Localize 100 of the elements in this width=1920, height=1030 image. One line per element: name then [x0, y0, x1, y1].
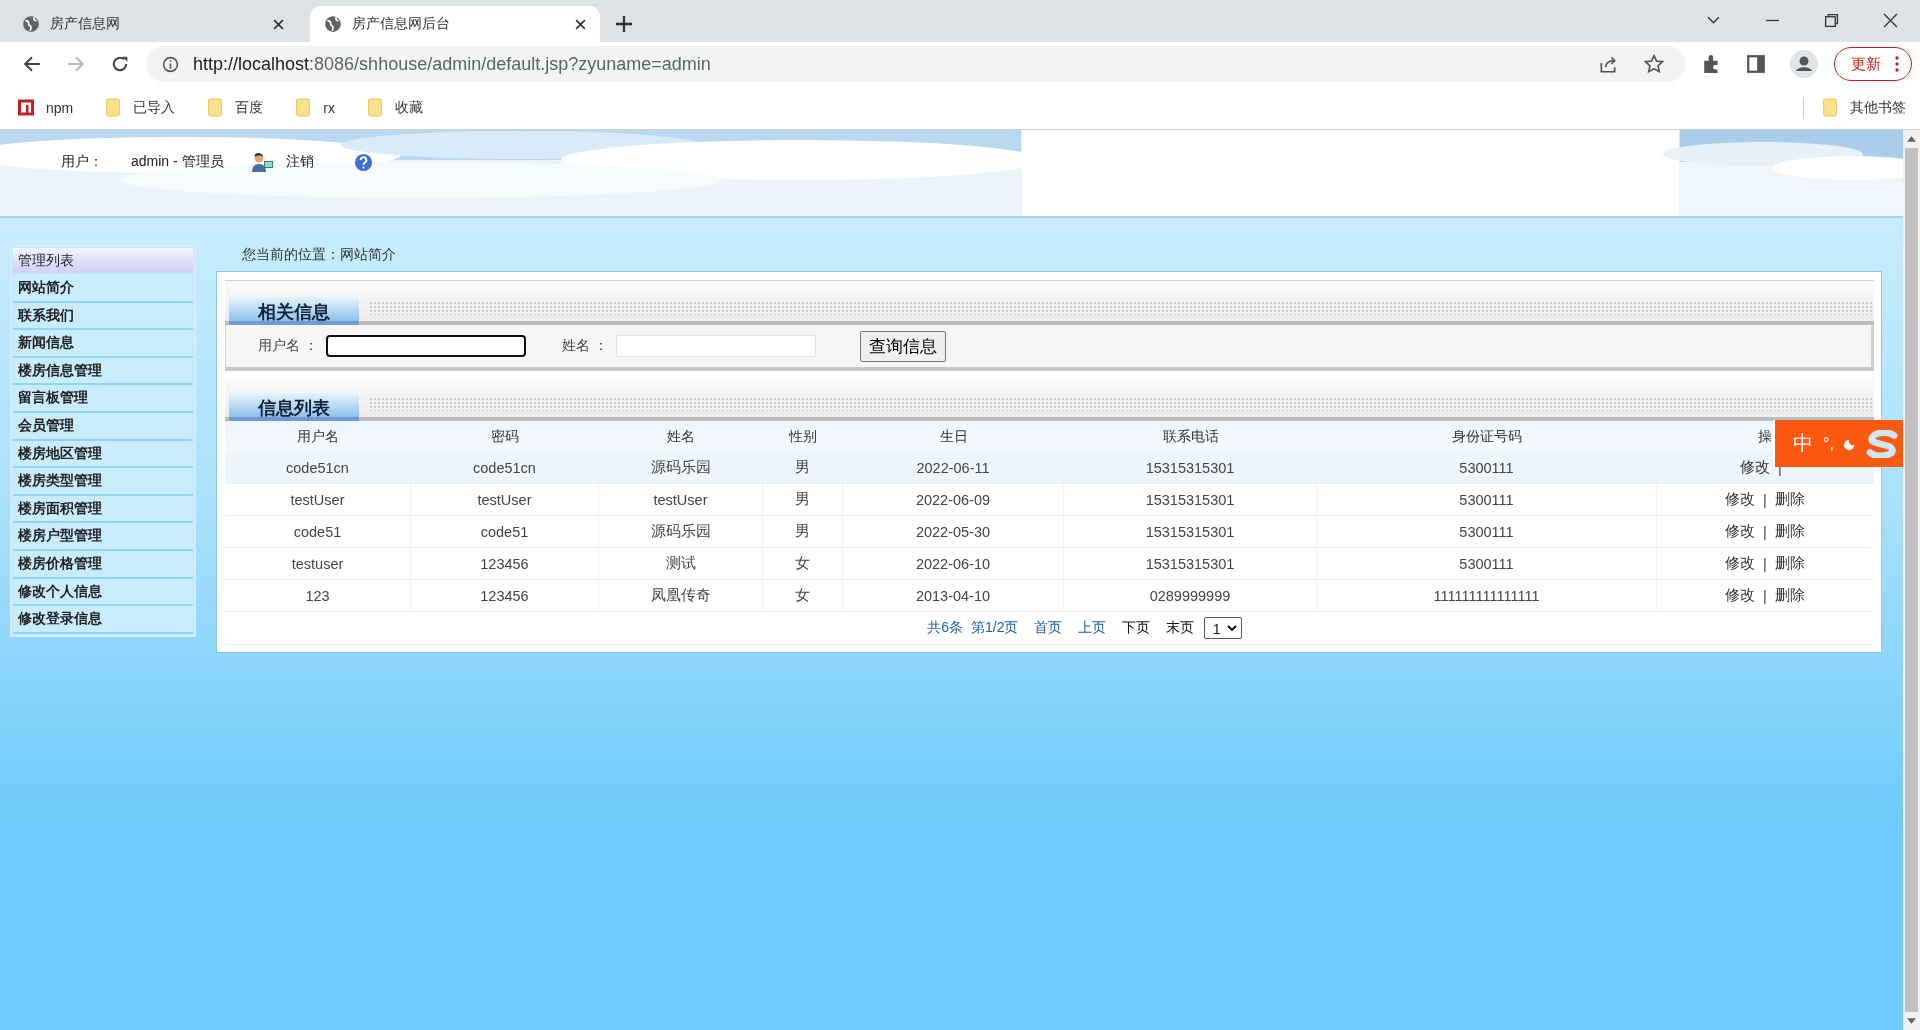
sidebar-item[interactable]: 留言板管理 [13, 385, 193, 413]
table-cell: code51 [293, 523, 342, 540]
table-cell: 123456 [480, 555, 529, 572]
table-cell: 5300111 [1459, 459, 1514, 476]
user-name: admin - 管理员 [131, 153, 224, 171]
pagination-link[interactable]: 共6条 [927, 619, 963, 637]
update-button[interactable]: 更新 [1834, 47, 1912, 81]
bookmark[interactable]: 已导入 [105, 98, 176, 117]
column-header: 生日 [939, 427, 968, 446]
globe-icon [324, 15, 342, 33]
separator-text: | [1763, 587, 1767, 604]
table-cell: 女 [795, 586, 810, 605]
sidebar-item[interactable]: 联系我们 [13, 302, 193, 331]
npm-logo-icon [18, 98, 34, 117]
table-cell: testuser [291, 555, 344, 572]
edit-link[interactable]: 修改 [1725, 490, 1756, 509]
browser-tab[interactable]: 房产信息网后台 [310, 6, 600, 42]
share-icon[interactable] [1598, 54, 1618, 74]
delete-link[interactable]: 删除 [1774, 490, 1805, 509]
delete-link[interactable]: 删除 [1774, 522, 1805, 541]
table-cell: code51 [480, 523, 529, 540]
reload-icon[interactable] [111, 55, 129, 73]
table-cell: 5300111 [1459, 523, 1514, 540]
input-field[interactable] [325, 335, 526, 357]
help-icon[interactable] [353, 152, 373, 172]
sidebar-item[interactable]: 楼房户型管理 [13, 523, 193, 551]
close-icon[interactable] [1883, 13, 1898, 28]
column-header: 性别 [789, 427, 817, 446]
sidebar-item[interactable]: 楼房信息管理 [13, 357, 193, 386]
table-cell: 2013-04-10 [915, 587, 991, 604]
scrollbar[interactable] [1903, 130, 1920, 1030]
table-cell: 0289999999 [1149, 587, 1231, 604]
sidebar-item[interactable]: 会员管理 [13, 412, 193, 441]
folder-icon [295, 98, 312, 117]
breadcrumb: 您当前的位置：网站简介 [241, 246, 397, 264]
logout-link[interactable]: 注销 [285, 153, 314, 171]
column-header: 姓名 [667, 427, 695, 446]
star-icon[interactable] [1644, 54, 1664, 74]
pagination-link[interactable]: 第1/2页 [971, 619, 1019, 637]
caret-icon [1226, 625, 1237, 631]
table-cell: 123 [305, 587, 330, 604]
sidebar-item[interactable]: 楼房价格管理 [13, 550, 193, 579]
sidebar-item[interactable]: 楼房面积管理 [13, 495, 193, 524]
table-cell: 测试 [665, 554, 696, 573]
table-cell: 15315315301 [1145, 523, 1235, 540]
close-icon[interactable] [575, 18, 586, 30]
close-icon[interactable] [273, 18, 284, 30]
bookmark[interactable]: rx [295, 98, 335, 117]
scroll-down-icon[interactable] [1907, 1018, 1916, 1024]
table-cell: 15315315301 [1145, 491, 1235, 508]
page-select[interactable]: 1 [1204, 617, 1242, 639]
back-icon[interactable] [23, 55, 41, 73]
sidebar-item[interactable]: 新闻信息 [13, 330, 193, 358]
table-cell: 15315315301 [1145, 459, 1235, 476]
restore-icon[interactable] [1824, 13, 1839, 28]
column-header: 身份证号码 [1452, 427, 1522, 446]
edit-link[interactable]: 修改 [1725, 554, 1756, 573]
delete-link[interactable]: 删除 [1774, 586, 1805, 605]
table-cell: 凤凰传奇 [650, 586, 711, 605]
field-label: 用户名 ： [258, 337, 318, 355]
edit-link[interactable]: 修改 [1725, 522, 1756, 541]
pagination-link[interactable]: 上页 [1078, 619, 1107, 637]
side-panel-icon[interactable] [1746, 54, 1766, 74]
scroll-up-icon[interactable] [1907, 136, 1916, 142]
table-cell: 男 [795, 490, 810, 509]
sidebar-item[interactable]: 楼房类型管理 [13, 468, 193, 496]
sidebar-title: 管理列表 [13, 248, 193, 273]
sidebar-item[interactable]: 楼房地区管理 [13, 440, 193, 469]
table-cell: code51cn [473, 459, 536, 476]
bookmark[interactable]: 其他书签 [1822, 98, 1906, 117]
bookmark[interactable]: 收藏 [366, 98, 423, 117]
address-bar[interactable]: http://localhost:8086/shhouse/admin/default.jsp?zyuname=admin [146, 46, 1686, 82]
sidebar-item[interactable]: 网站简介 [13, 275, 193, 303]
table-cell: testUser [653, 491, 708, 508]
sidebar-item[interactable]: 修改登录信息 [13, 606, 193, 634]
bookmark[interactable]: 百度 [207, 98, 264, 117]
table-cell: 2022-06-10 [915, 555, 991, 572]
table-cell: 111111111111111 [1433, 587, 1540, 604]
pagination-link[interactable]: 首页 [1034, 619, 1063, 637]
new-tab-icon[interactable] [616, 16, 632, 32]
edit-link[interactable]: 修改 [1740, 458, 1771, 477]
delete-link[interactable]: 删除 [1774, 554, 1805, 573]
bookmark[interactable]: npm [18, 98, 74, 117]
table-cell: 女 [795, 554, 810, 573]
pagination-link[interactable]: 下页 [1122, 619, 1151, 637]
table-cell: code51cn [286, 459, 349, 476]
browser-tab[interactable]: 房产信息网 [8, 6, 298, 42]
field-label: 姓名 ： [561, 337, 608, 355]
search-button[interactable]: 查询信息 [859, 330, 946, 362]
pagination-link[interactable]: 末页 [1166, 619, 1195, 637]
profile-icon[interactable] [1790, 50, 1818, 78]
folder-icon [105, 98, 122, 117]
table-cell: 男 [795, 522, 810, 541]
sidebar-item[interactable]: 修改个人信息 [13, 578, 193, 607]
column-header: 操 [1758, 427, 1772, 446]
section-title: 相关信息 [229, 297, 359, 325]
table-cell: 源码乐园 [650, 458, 711, 477]
edit-link[interactable]: 修改 [1725, 586, 1756, 605]
url-text: http://localhost:8086/shhouse/admin/default.jsp?zyuname=admin [193, 53, 711, 75]
table-cell: 5300111 [1459, 555, 1514, 572]
